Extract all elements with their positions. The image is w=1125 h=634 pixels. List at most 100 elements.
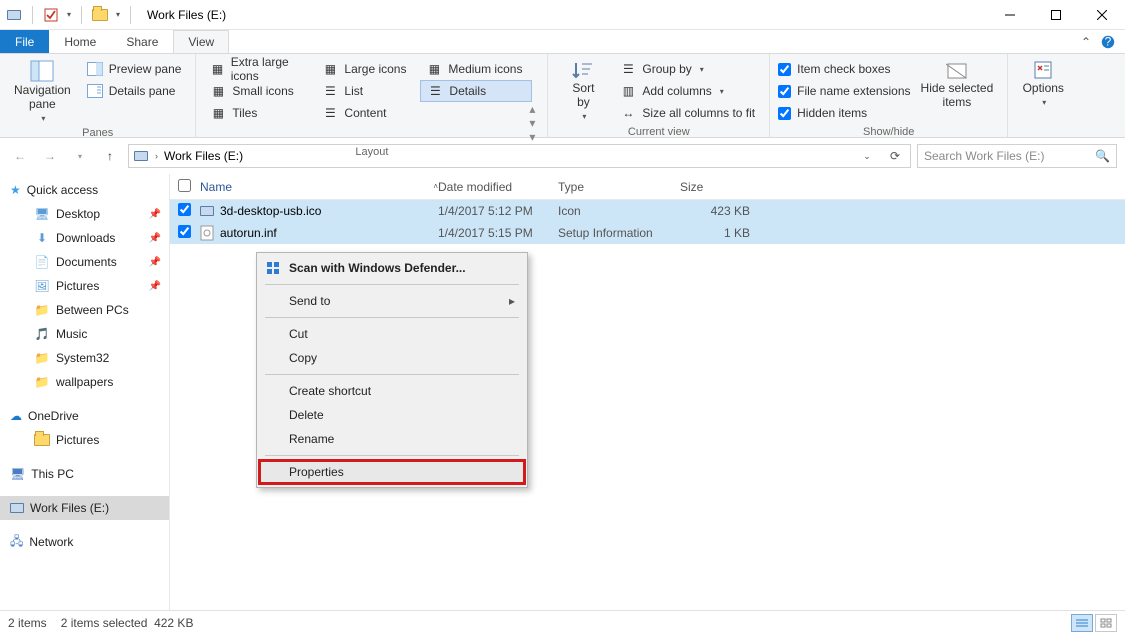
column-name[interactable]: Name˄	[200, 180, 438, 194]
refresh-button[interactable]: ⟳	[884, 145, 906, 167]
ctx-send-to[interactable]: Send to▸	[259, 289, 525, 313]
tab-view[interactable]: View	[173, 30, 229, 53]
search-input[interactable]	[924, 149, 1095, 163]
file-checkbox[interactable]	[178, 203, 191, 216]
layout-list[interactable]: ☰List	[316, 80, 420, 102]
ribbon-group-layout: ▦Extra large icons ▦Large icons ▦Medium …	[196, 54, 548, 137]
file-checkbox[interactable]	[178, 225, 191, 238]
close-button[interactable]	[1079, 0, 1125, 30]
file-row[interactable]: autorun.inf 1/4/2017 5:15 PM Setup Infor…	[170, 222, 1125, 244]
address-dropdown-icon[interactable]: ⌄	[856, 145, 878, 167]
layout-tiles[interactable]: ▦Tiles	[204, 102, 316, 124]
file-extensions-toggle[interactable]: File name extensions	[778, 80, 910, 102]
layout-scroll-up[interactable]: ▴	[525, 102, 539, 116]
hide-selected-button[interactable]: Hide selected items	[915, 58, 1000, 112]
nav-item-downloads[interactable]: ⬇Downloads📌	[0, 226, 169, 250]
nav-item-desktop[interactable]: 🖥Desktop📌	[0, 202, 169, 226]
address-bar[interactable]: › Work Files (E:) ⌄ ⟳	[128, 144, 911, 168]
nav-quick-access[interactable]: ★ Quick access	[0, 178, 169, 202]
preview-pane-button[interactable]: Preview pane	[81, 58, 188, 80]
layout-content[interactable]: ☰Content	[316, 102, 420, 124]
item-check-boxes-toggle[interactable]: Item check boxes	[778, 58, 910, 80]
nav-item-music[interactable]: 🎵Music	[0, 322, 169, 346]
tab-file[interactable]: File	[0, 30, 49, 53]
select-all-checkbox[interactable]	[178, 179, 191, 192]
help-icon[interactable]: ?	[1101, 35, 1115, 49]
nav-item-between-pcs[interactable]: 📁Between PCs	[0, 298, 169, 322]
ctx-cut[interactable]: Cut	[259, 322, 525, 346]
nav-drive[interactable]: Work Files (E:)	[0, 496, 169, 520]
file-row[interactable]: 3d-desktop-usb.ico 1/4/2017 5:12 PM Icon…	[170, 200, 1125, 222]
view-details-toggle[interactable]	[1071, 614, 1093, 632]
recent-menu[interactable]: ▾	[68, 144, 92, 168]
qat-properties-icon[interactable]	[43, 7, 59, 23]
nav-item-wallpapers[interactable]: 📁wallpapers	[0, 370, 169, 394]
size-columns-button[interactable]: ↔Size all columns to fit	[614, 102, 761, 124]
nav-onedrive[interactable]: ☁ OneDrive	[0, 404, 169, 428]
layout-small-icons[interactable]: ▦Small icons	[204, 80, 316, 102]
search-box[interactable]: 🔍	[917, 144, 1117, 168]
ribbon-collapse-icon[interactable]: ⌃	[1081, 35, 1091, 49]
ribbon-group-label: Show/hide	[778, 124, 999, 138]
folder-icon: 🖥	[34, 206, 50, 222]
ctx-delete[interactable]: Delete	[259, 403, 525, 427]
ctx-properties[interactable]: Properties	[259, 460, 525, 484]
ribbon-group-options: Options▾	[1008, 54, 1078, 137]
nav-item-documents[interactable]: 📄Documents📌	[0, 250, 169, 274]
qat-dropdown-2-icon[interactable]: ▾	[116, 10, 120, 19]
qat-dropdown-icon[interactable]: ▾	[67, 10, 71, 19]
layout-medium-icons[interactable]: ▦Medium icons	[420, 58, 532, 80]
star-icon: ★	[10, 183, 21, 197]
fit-icon: ↔	[620, 105, 636, 121]
file-type: Icon	[558, 204, 680, 218]
up-button[interactable]: ↑	[98, 144, 122, 168]
group-by-button[interactable]: ☰Group by▾	[614, 58, 761, 80]
nav-item-system32[interactable]: 📁System32	[0, 346, 169, 370]
options-button[interactable]: Options▾	[1016, 58, 1070, 109]
details-pane-button[interactable]: Details pane	[81, 80, 188, 102]
svg-text:?: ?	[1105, 35, 1112, 49]
breadcrumb[interactable]: Work Files (E:)	[164, 149, 243, 163]
address-bar-row: ← → ▾ ↑ › Work Files (E:) ⌄ ⟳ 🔍	[0, 138, 1125, 174]
sort-by-button[interactable]: Sort by▾	[556, 58, 610, 123]
layout-details[interactable]: ☰Details	[420, 80, 532, 102]
navigation-pane-button[interactable]: Navigation pane ▾	[8, 58, 77, 125]
file-date: 1/4/2017 5:15 PM	[438, 226, 558, 240]
nav-this-pc[interactable]: 🖥 This PC	[0, 462, 169, 486]
ctx-scan-defender[interactable]: Scan with Windows Defender...	[259, 256, 525, 280]
columns-icon: ▥	[620, 83, 636, 99]
maximize-button[interactable]	[1033, 0, 1079, 30]
layout-gallery-expand[interactable]: ▾	[525, 130, 539, 144]
context-menu: Scan with Windows Defender... Send to▸ C…	[256, 252, 528, 488]
drive-icon	[133, 148, 149, 164]
nav-item-pictures[interactable]: 🖼Pictures📌	[0, 274, 169, 298]
tab-share[interactable]: Share	[111, 30, 173, 53]
ribbon-group-show-hide: Item check boxes File name extensions Hi…	[770, 54, 1008, 137]
ctx-rename[interactable]: Rename	[259, 427, 525, 451]
nav-onedrive-pictures[interactable]: Pictures	[0, 428, 169, 452]
layout-xl-icons[interactable]: ▦Extra large icons	[204, 58, 316, 80]
column-type[interactable]: Type	[558, 180, 680, 194]
column-size[interactable]: Size	[680, 180, 750, 194]
tab-home[interactable]: Home	[49, 30, 111, 53]
file-size: 1 KB	[680, 226, 750, 240]
back-button[interactable]: ←	[8, 144, 32, 168]
minimize-button[interactable]	[987, 0, 1033, 30]
layout-scroll-down[interactable]: ▾	[525, 116, 539, 130]
ctx-create-shortcut[interactable]: Create shortcut	[259, 379, 525, 403]
ctx-copy[interactable]: Copy	[259, 346, 525, 370]
folder-icon: 🖼	[34, 278, 50, 294]
nav-network[interactable]: 🖧 Network	[0, 530, 169, 554]
inf-file-icon	[200, 225, 214, 241]
layout-large-icons[interactable]: ▦Large icons	[316, 58, 420, 80]
column-date[interactable]: Date modified	[438, 180, 558, 194]
title-bar: ▾ ▾ Work Files (E:)	[0, 0, 1125, 30]
folder-icon: 📁	[34, 350, 50, 366]
view-thumbnails-toggle[interactable]	[1095, 614, 1117, 632]
details-icon: ☰	[427, 83, 443, 99]
hidden-items-toggle[interactable]: Hidden items	[778, 102, 910, 124]
nav-item-label: Documents	[56, 255, 117, 269]
add-columns-button[interactable]: ▥Add columns▾	[614, 80, 761, 102]
navigation-pane: ★ Quick access 🖥Desktop📌⬇Downloads📌📄Docu…	[0, 174, 170, 610]
forward-button[interactable]: →	[38, 144, 62, 168]
